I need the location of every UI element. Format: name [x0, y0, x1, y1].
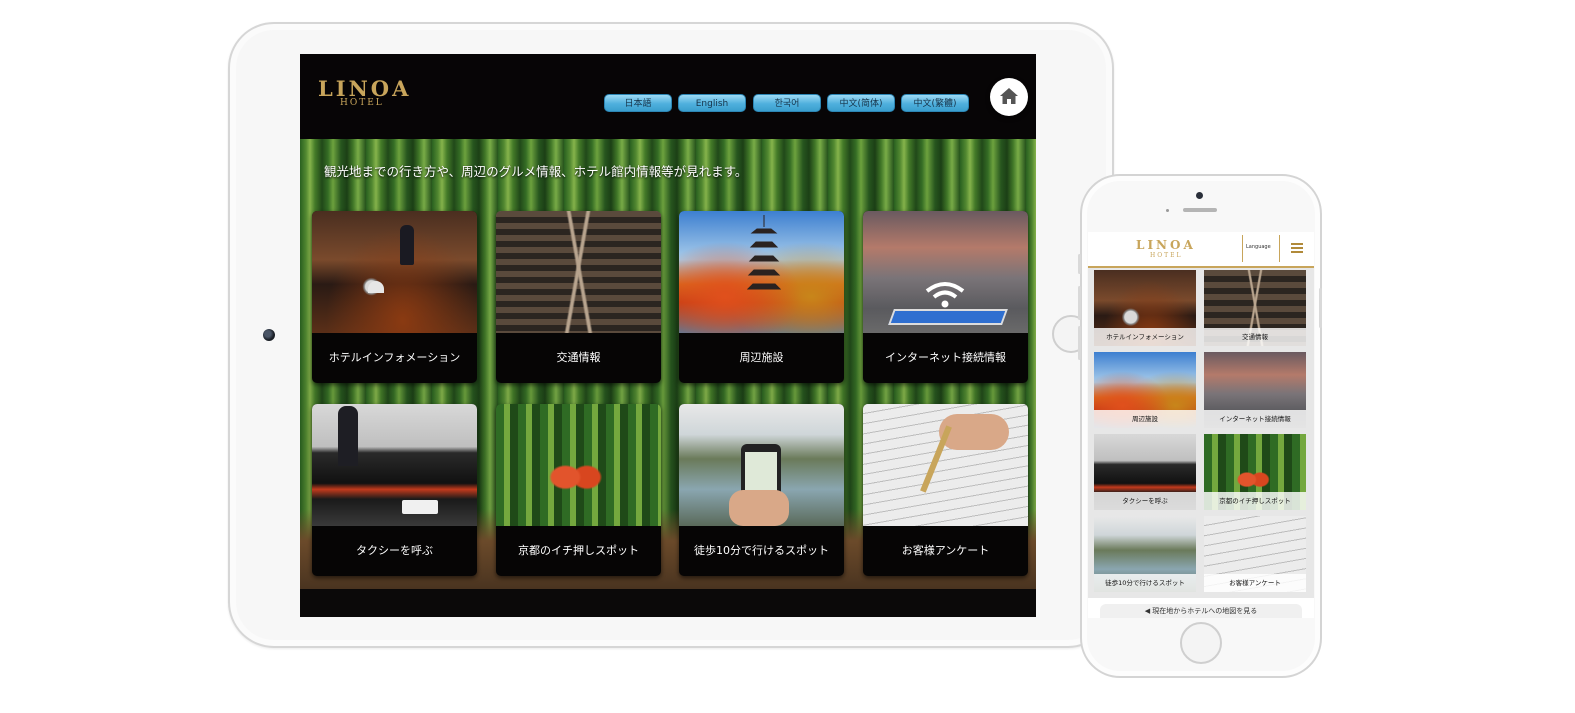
menu-tile-label: 周辺施設	[1094, 410, 1196, 428]
tablet-header: LINOA HOTEL 日本語 English 한국어 中文(简体) 中文(繁體…	[300, 54, 1036, 139]
intro-text: 観光地までの行き方や、周辺のグルメ情報、ホテル館内情報等が見れます。	[324, 164, 748, 179]
menu-tile-survey[interactable]: お客様アンケート	[863, 404, 1028, 576]
tablet-footer	[300, 589, 1036, 617]
phone-volume-up	[1078, 286, 1081, 320]
phone-menu-grid: ホテルインフォメーション 交通情報 周辺施設 インターネット接続情報 タクシーを…	[1088, 268, 1314, 598]
tablet-screen: LINOA HOTEL 日本語 English 한국어 中文(简体) 中文(繁體…	[300, 54, 1036, 617]
phone-screen: LINOA HOTEL Language ホテルインフォメーション 交通情報 周…	[1088, 232, 1314, 618]
wifi-icon	[925, 282, 965, 308]
menu-tile-taxi[interactable]: タクシーを呼ぶ	[312, 404, 477, 576]
home-icon	[1000, 88, 1018, 104]
menu-tile-label: 京都のイチ押しスポット	[1204, 492, 1306, 510]
phone-speaker	[1183, 208, 1217, 212]
menu-tile-transport[interactable]: 交通情報	[1204, 270, 1306, 346]
menu-tile-taxi[interactable]: タクシーを呼ぶ	[1094, 434, 1196, 510]
menu-tile-label: 周辺施設	[739, 351, 784, 364]
smartphone-map-image	[679, 404, 844, 526]
menu-tile-nearby[interactable]: 周辺施設	[679, 211, 844, 383]
menu-tile-nearby[interactable]: 周辺施設	[1094, 352, 1196, 428]
pen-survey-image	[863, 404, 1028, 526]
menu-tile-survey[interactable]: お客様アンケート	[1204, 516, 1306, 592]
menu-tile-walking-spots[interactable]: 徒歩10分で行けるスポット	[679, 404, 844, 576]
menu-tile-internet[interactable]: インターネット接続情報	[863, 211, 1028, 383]
home-button[interactable]	[990, 78, 1028, 116]
lang-button-chinese-simplified[interactable]: 中文(简体)	[827, 94, 895, 112]
menu-tile-internet[interactable]: インターネット接続情報	[1204, 352, 1306, 428]
lang-button-chinese-traditional[interactable]: 中文(繁體)	[901, 94, 969, 112]
language-selector[interactable]: Language	[1246, 244, 1271, 250]
menu-tile-label: お客様アンケート	[901, 544, 990, 557]
hotel-logo[interactable]: LINOA	[1136, 238, 1196, 252]
header-divider	[1279, 235, 1280, 262]
menu-tile-label: 交通情報	[1204, 328, 1306, 346]
menu-tile-walking-spots[interactable]: 徒歩10分で行けるスポット	[1094, 516, 1196, 592]
geisha-bamboo-image	[496, 404, 661, 526]
menu-tile-label: タクシーを呼ぶ	[1094, 492, 1196, 510]
menu-tile-recommended-spots[interactable]: 京都のイチ押しスポット	[1204, 434, 1306, 510]
hotel-logo-sub: HOTEL	[340, 98, 384, 108]
lang-button-english[interactable]: English	[678, 94, 746, 112]
lang-button-korean[interactable]: 한국어	[753, 94, 821, 112]
lang-button-japanese[interactable]: 日本語	[604, 94, 672, 112]
hotel-bell-image	[312, 211, 477, 333]
menu-tile-transport[interactable]: 交通情報	[496, 211, 661, 383]
menu-tile-label: ホテルインフォメーション	[328, 351, 461, 364]
menu-tile-label: 交通情報	[556, 351, 601, 364]
header-divider	[1242, 235, 1243, 262]
menu-tile-label: 徒歩10分で行けるスポット	[1094, 574, 1196, 592]
menu-tile-label: 徒歩10分で行けるスポット	[694, 544, 829, 557]
phone-home-button[interactable]	[1180, 622, 1222, 664]
phone-power-button	[1319, 288, 1322, 328]
hotel-logo-sub: HOTEL	[1150, 252, 1183, 259]
menu-tile-label: お客様アンケート	[1204, 574, 1306, 592]
phone-sensor	[1166, 209, 1169, 212]
menu-tile-label: インターネット接続情報	[1204, 410, 1306, 428]
menu-tile-label: インターネット接続情報	[885, 351, 1006, 364]
menu-tile-label: ホテルインフォメーション	[1094, 328, 1196, 346]
menu-tile-label: 京都のイチ押しスポット	[518, 544, 639, 557]
hamburger-menu-icon[interactable]	[1291, 243, 1303, 255]
taxi-image	[312, 404, 477, 526]
tablet-device: LINOA HOTEL 日本語 English 한국어 中文(简体) 中文(繁體…	[228, 22, 1114, 648]
pagoda-autumn-image	[679, 211, 844, 333]
menu-tile-hotel-info[interactable]: ホテルインフォメーション	[312, 211, 477, 383]
bamboo-background: 観光地までの行き方や、周辺のグルメ情報、ホテル館内情報等が見れます。 ホテルイン…	[300, 139, 1036, 589]
phone-header: LINOA HOTEL Language	[1088, 232, 1314, 268]
map-to-hotel-button[interactable]: ◀ 現在地からホテルへの地図を見る	[1100, 604, 1302, 618]
menu-tile-recommended-spots[interactable]: 京都のイチ押しスポット	[496, 404, 661, 576]
phone-camera	[1196, 192, 1203, 199]
tablet-camera	[263, 329, 275, 341]
phone-volume-down	[1078, 326, 1081, 360]
railway-tracks-image	[496, 211, 661, 333]
menu-tile-hotel-info[interactable]: ホテルインフォメーション	[1094, 270, 1196, 346]
menu-tile-label: タクシーを呼ぶ	[356, 544, 433, 557]
phone-mute-switch	[1078, 254, 1081, 274]
phone-device: LINOA HOTEL Language ホテルインフォメーション 交通情報 周…	[1078, 174, 1322, 678]
wifi-tablet-image	[863, 211, 1028, 333]
